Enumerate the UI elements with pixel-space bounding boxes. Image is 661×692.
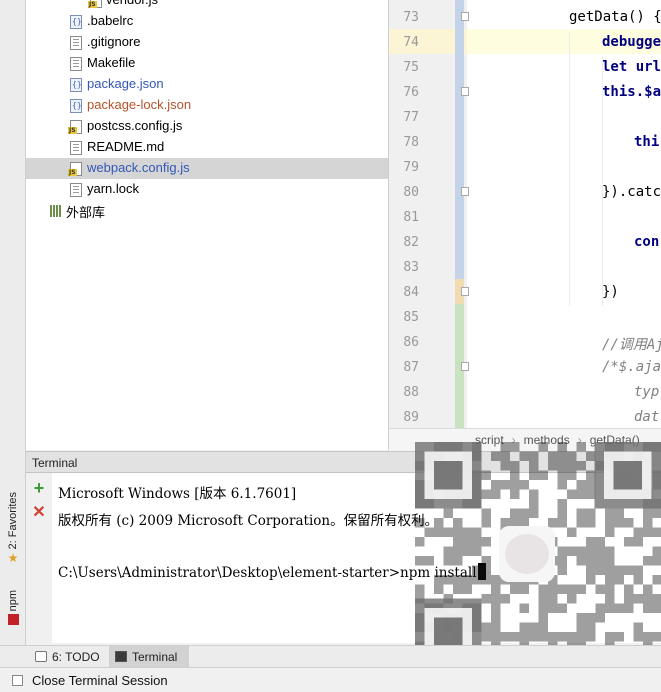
line-number: 78 [403, 135, 419, 150]
tree-item[interactable]: .babelrc [26, 11, 388, 32]
tree-item-label: README.md [87, 139, 165, 154]
line-number: 86 [403, 335, 419, 350]
qr-code-overlay [415, 442, 661, 665]
code-line: /*$.aja [602, 359, 661, 375]
code-editor[interactable]: 73 74 75 76 77 78 79 80 81 82 83 84 85 86 87 88 89 getDa… [389, 0, 661, 451]
code-area[interactable]: getData() { debugge let url this.$a thi }).ca… [467, 0, 661, 428]
tree-item-label: yarn.lock [87, 181, 140, 196]
tree-item[interactable]: Makefile [26, 53, 388, 74]
line-number: 80 [403, 185, 419, 200]
line-number: 75 [403, 60, 419, 75]
line-number: 87 [403, 360, 419, 375]
window-icon [12, 674, 23, 686]
line-number: 84 [403, 285, 419, 300]
code-line: con [634, 234, 660, 250]
code-line: }) [602, 284, 619, 300]
terminal-title: Terminal [32, 456, 78, 470]
tree-item[interactable]: 外部库 [26, 200, 388, 221]
new-session-button[interactable]: + [30, 479, 48, 497]
terminal-prompt-text: C:\Users\Administrator\Desktop\element-s… [58, 565, 477, 581]
code-line: debugge [602, 34, 661, 50]
text-file-icon [70, 183, 82, 197]
status-bar: Close Terminal Session [0, 667, 661, 692]
tree-item[interactable]: package.json [26, 74, 388, 95]
code-line: }).catc [602, 184, 661, 200]
json-file-icon [70, 99, 82, 113]
tree-item-label: package-lock.json [87, 97, 192, 112]
text-file-icon [70, 57, 82, 71]
library-icon [48, 205, 63, 217]
change-marker [455, 0, 464, 281]
text-file-icon [70, 141, 82, 155]
npm-tab-label: npm [7, 590, 19, 612]
tree-item-label: .babelrc [87, 13, 134, 28]
tree-item-label: vendor.js [106, 0, 158, 7]
npm-tool-tab[interactable]: npm [4, 590, 22, 626]
text-file-icon [70, 36, 82, 50]
tree-item-label: 外部库 [66, 205, 106, 220]
tree-item[interactable]: package-lock.json [26, 95, 388, 116]
status-text: Close Terminal Session [32, 672, 168, 688]
line-number: 79 [403, 160, 419, 175]
js-file-icon: JS [68, 162, 82, 176]
line-number: 81 [403, 210, 419, 225]
npm-icon [7, 614, 19, 626]
terminal-icon [115, 651, 127, 662]
line-number: 77 [403, 110, 419, 125]
line-number: 74 [403, 35, 419, 50]
line-number: 89 [403, 410, 419, 425]
close-session-button[interactable]: ✕ [30, 504, 48, 522]
code-line: thi [634, 134, 660, 150]
code-line: //调用Aj [602, 337, 661, 353]
line-number: 82 [403, 235, 419, 250]
tab-todo[interactable]: 6: TODO [29, 646, 101, 667]
line-number: 85 [403, 310, 419, 325]
json-file-icon [70, 15, 82, 29]
code-line: getData() { [569, 9, 661, 25]
tree-item[interactable]: JS vendor.js [26, 0, 388, 11]
js-file-icon: JS [88, 0, 102, 8]
tab-terminal-label: Terminal [132, 649, 178, 664]
tree-item-label: webpack.config.js [87, 160, 190, 175]
tree-item-label: postcss.config.js [87, 118, 183, 133]
line-number: 73 [403, 10, 419, 25]
terminal-line: 版权所有 (c) 2009 Microsoft Corporation。保留所有… [58, 513, 439, 529]
left-tool-strip: 2: Favorites ★ npm [0, 0, 26, 645]
code-line: this.$a [602, 84, 661, 100]
terminal-toolbar: + ✕ [26, 473, 53, 643]
todo-icon [35, 651, 47, 662]
code-line: typ [634, 384, 660, 400]
favorites-tool-tab[interactable]: 2: Favorites ★ [4, 492, 22, 564]
tab-terminal[interactable]: Terminal [109, 646, 189, 667]
indent-guide [569, 31, 570, 306]
code-line: dat [634, 409, 660, 425]
indent-guide [602, 56, 603, 306]
line-gutter: 73 74 75 76 77 78 79 80 81 82 83 84 85 86 87 88 89 [389, 0, 469, 428]
line-number: 76 [403, 85, 419, 100]
js-file-icon: JS [68, 120, 82, 134]
tree-item-label: Makefile [87, 55, 136, 70]
star-icon: ★ [7, 551, 19, 566]
tree-item[interactable]: README.md [26, 137, 388, 158]
tab-todo-label: 6: TODO [52, 649, 100, 664]
plus-icon: + [33, 478, 45, 498]
tree-item[interactable]: JS postcss.config.js [26, 116, 388, 137]
line-number: 88 [403, 385, 419, 400]
tree-item[interactable]: .gitignore [26, 32, 388, 53]
tree-item-label: .gitignore [87, 34, 141, 49]
project-tree: JS vendor.js .babelrc .gitignore Makefile pac… [26, 0, 389, 450]
tree-item-label: package.json [87, 76, 164, 91]
favorites-tab-label: 2: Favorites [7, 492, 19, 550]
code-line: let url [602, 59, 661, 75]
close-icon: ✕ [32, 504, 46, 521]
bottom-tool-tabs: 6: TODO Terminal [0, 645, 661, 667]
terminal-line: Microsoft Windows [版本 6.1.7601] [58, 486, 297, 502]
tree-item[interactable]: JS webpack.config.js [26, 158, 388, 179]
tree-item[interactable]: yarn.lock [26, 179, 388, 200]
line-number: 83 [403, 260, 419, 275]
json-file-icon [70, 78, 82, 92]
